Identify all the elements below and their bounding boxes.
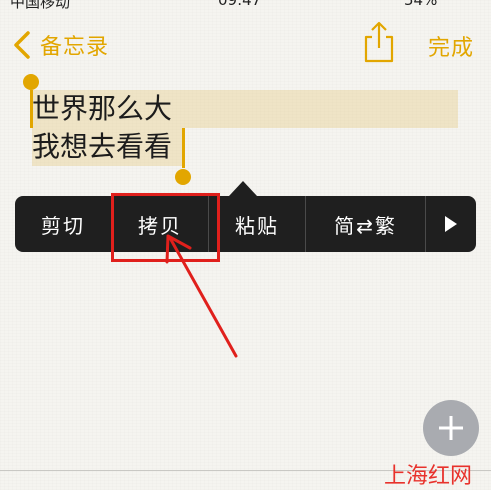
status-bar: 中国移动 09:47 54% [0,0,491,11]
note-line-text: 我想去看看 [32,130,173,163]
note-body[interactable]: 世界那么大 我想去看看 [32,90,458,166]
simplified-traditional-menu-item[interactable]: 简⇄繁 [306,196,426,252]
carrier-label: 中国移动 [10,0,71,11]
back-button[interactable]: 备忘录 [12,28,109,62]
chevron-left-icon [14,31,30,59]
edit-menu: 剪切 拷贝 粘贴 简⇄繁 [15,196,476,252]
plus-icon [439,416,463,440]
selection-start-handle[interactable] [23,74,39,90]
back-button-label: 备忘录 [40,35,110,60]
note-line: 世界那么大 [32,90,458,128]
note-line: 我想去看看 [32,128,458,166]
selection-end-handle[interactable] [175,169,191,185]
share-icon[interactable] [362,20,396,64]
note-line-text: 世界那么大 [32,92,173,125]
watermark-text: 上海红网 [384,464,473,489]
selection-start-caret [30,90,33,128]
done-button[interactable]: 完成 [428,30,474,62]
paste-menu-item[interactable]: 粘贴 [209,196,306,252]
cut-menu-item[interactable]: 剪切 [15,196,112,252]
edit-menu-pointer [229,181,257,196]
more-menu-item[interactable] [426,196,476,252]
clock-label: 09:47 [218,0,262,9]
add-button[interactable] [423,400,479,456]
battery-percent: 54% [404,0,438,9]
play-right-icon [445,216,457,232]
selection-end-caret [182,128,185,168]
annotation-highlight-box [111,193,220,262]
